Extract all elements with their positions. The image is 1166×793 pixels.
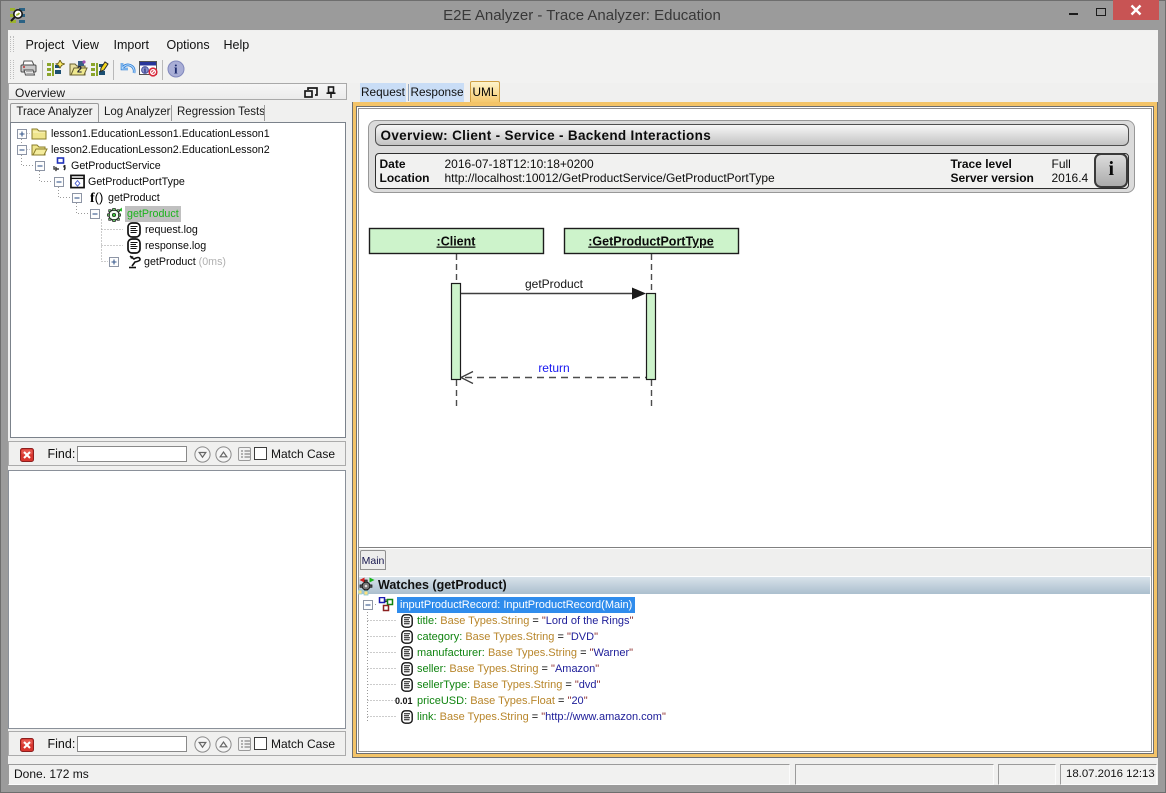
svg-text:return: return [538, 361, 569, 375]
svg-text:i: i [174, 62, 178, 77]
svg-text::GetProductPortType: :GetProductPortType [588, 235, 714, 249]
svg-text:i: i [144, 66, 146, 74]
svg-text:getProduct: getProduct [525, 277, 584, 291]
svg-text::Client: :Client [437, 235, 477, 249]
svg-text:2: 2 [77, 65, 82, 75]
